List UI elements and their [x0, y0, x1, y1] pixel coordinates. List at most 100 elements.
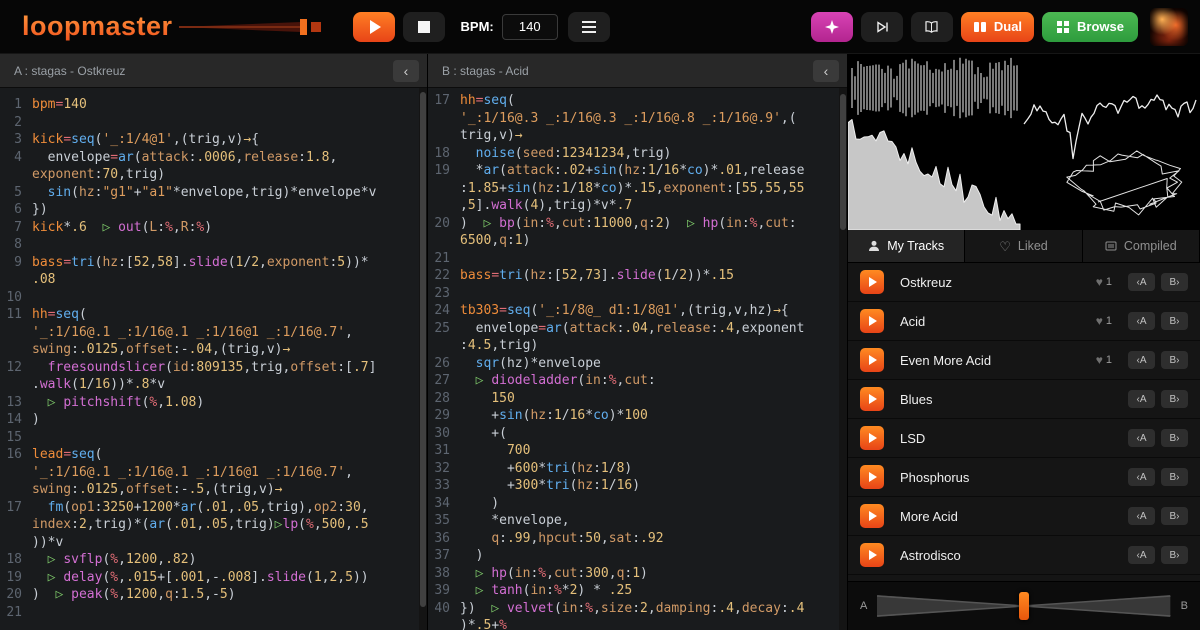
- track-play-button[interactable]: [860, 309, 884, 333]
- code-line: 700: [460, 442, 530, 460]
- line-number: 35: [428, 512, 460, 530]
- track-play-button[interactable]: [860, 465, 884, 489]
- code-line: ▷ hp(in:%,cut:300,q:1): [460, 565, 648, 583]
- load-deck-b-button[interactable]: B›: [1161, 507, 1188, 525]
- code-line: ▷ delay(%,.015+[.001,-.008].slide(1,2,5)…: [32, 569, 369, 587]
- like-count[interactable]: ♥1: [1096, 314, 1112, 328]
- code-line: ): [460, 547, 483, 565]
- code-line: *envelope,: [460, 512, 570, 530]
- load-deck-a-button[interactable]: ‹A: [1128, 312, 1155, 330]
- play-button[interactable]: [353, 12, 395, 42]
- collapse-editor-b-button[interactable]: ‹: [813, 60, 839, 82]
- topbar: loopmaster BPM: Dual: [0, 0, 1200, 54]
- editor-a-scrollbar[interactable]: [419, 88, 427, 630]
- dual-label: Dual: [994, 19, 1022, 34]
- load-deck-a-button[interactable]: ‹A: [1128, 546, 1155, 564]
- waveform-display: [848, 54, 1200, 230]
- track-play-button[interactable]: [860, 348, 884, 372]
- track-row[interactable]: Phosphorus‹AB›: [848, 458, 1200, 497]
- load-deck-b-button[interactable]: B›: [1161, 390, 1188, 408]
- scrollbar-thumb[interactable]: [840, 94, 846, 230]
- code-row: 30 +(: [428, 425, 839, 443]
- magic-button[interactable]: [811, 12, 853, 42]
- code-line: '_:1/16@.1 _:1/16@.1 _:1/16@1 _:1/16@.7'…: [32, 324, 353, 342]
- code-line: ) ▷ bp(in:%,cut:11000,q:2) ▷ hp(in:%,cut…: [460, 215, 797, 233]
- editor-b-scrollbar[interactable]: [839, 88, 847, 630]
- track-play-button[interactable]: [860, 270, 884, 294]
- code-row: 16lead=seq(: [0, 446, 419, 464]
- autoplay-button[interactable]: [861, 12, 903, 42]
- line-number: 26: [428, 355, 460, 373]
- code-row: 29 +sin(hz:1/16*co)*100: [428, 407, 839, 425]
- app-logo[interactable]: loopmaster: [22, 11, 173, 42]
- code-row: 12 freesoundslicer(id:809135,trig,offset…: [0, 359, 419, 377]
- line-number: [0, 324, 32, 342]
- play-outline-icon: [875, 20, 889, 34]
- crossfader-track[interactable]: [877, 591, 1170, 621]
- load-deck-a-button[interactable]: ‹A: [1128, 429, 1155, 447]
- menu-button[interactable]: [568, 12, 610, 42]
- logo-beam-icon: [179, 17, 329, 37]
- code-line: ▷ pitchshift(%,1.08): [32, 394, 204, 412]
- track-name: Ostkreuz: [900, 275, 952, 290]
- load-deck-b-button[interactable]: B›: [1161, 312, 1188, 330]
- track-row[interactable]: Acid♥1‹AB›: [848, 302, 1200, 341]
- load-deck-b-button[interactable]: B›: [1161, 546, 1188, 564]
- collapse-editor-a-button[interactable]: ‹: [393, 60, 419, 82]
- editor-b-code[interactable]: 17hh=seq('_:1/16@.3 _:1/16@.3 _:1/16@.8 …: [428, 88, 839, 630]
- track-play-button[interactable]: [860, 504, 884, 528]
- code-row: swing:.0125,offset:-.5,(trig,v)→: [0, 481, 419, 499]
- track-play-button[interactable]: [860, 387, 884, 411]
- line-number: 25: [428, 320, 460, 338]
- load-deck-a-button[interactable]: ‹A: [1128, 390, 1155, 408]
- editor-a: A : stagas - Ostkreuz ‹ 1bpm=14023kick=s…: [0, 54, 428, 630]
- docs-button[interactable]: [911, 12, 953, 42]
- code-line: envelope=ar(attack:.04,release:.4,expone…: [460, 320, 804, 338]
- load-deck-a-button[interactable]: ‹A: [1128, 468, 1155, 486]
- tab-liked[interactable]: ♡ Liked: [965, 230, 1082, 262]
- code-row: 31 700: [428, 442, 839, 460]
- line-number: [0, 166, 32, 184]
- line-number: 20: [0, 586, 32, 604]
- load-deck-b-button[interactable]: B›: [1161, 429, 1188, 447]
- line-number: [0, 271, 32, 289]
- load-deck-a-button[interactable]: ‹A: [1128, 507, 1155, 525]
- code-row: 32 +600*tri(hz:1/8): [428, 460, 839, 478]
- load-deck-b-button[interactable]: B›: [1161, 351, 1188, 369]
- code-line: envelope=ar(attack:.0006,release:1.8,: [32, 149, 337, 167]
- like-count[interactable]: ♥1: [1096, 353, 1112, 367]
- editor-a-header: A : stagas - Ostkreuz ‹: [0, 54, 427, 88]
- track-play-button[interactable]: [860, 426, 884, 450]
- dual-button[interactable]: Dual: [961, 12, 1034, 42]
- avatar[interactable]: [1150, 8, 1188, 46]
- track-row[interactable]: LSD‹AB›: [848, 419, 1200, 458]
- dual-icon: [973, 20, 987, 34]
- crossfader-handle[interactable]: [1019, 592, 1029, 620]
- line-number: 23: [428, 285, 460, 303]
- heart-outline-icon: ♡: [999, 240, 1011, 253]
- line-number: 12: [0, 359, 32, 377]
- track-row[interactable]: Ostkreuz ♥1 ‹A B›: [848, 263, 1200, 302]
- scrollbar-thumb[interactable]: [420, 92, 426, 607]
- code-line: ▷ svflp(%,1200,.82): [32, 551, 196, 569]
- browse-button[interactable]: Browse: [1042, 12, 1138, 42]
- load-deck-b-button[interactable]: B›: [1161, 468, 1188, 486]
- code-row: 20) ▷ bp(in:%,cut:11000,q:2) ▷ hp(in:%,c…: [428, 215, 839, 233]
- tab-compiled[interactable]: Compiled: [1083, 230, 1200, 262]
- stop-button[interactable]: [403, 12, 445, 42]
- tab-my-tracks[interactable]: My Tracks: [848, 230, 965, 262]
- track-play-button[interactable]: [860, 543, 884, 567]
- track-row[interactable]: Astrodisco‹AB›: [848, 536, 1200, 575]
- track-row[interactable]: More Acid‹AB›: [848, 497, 1200, 536]
- code-row: .08: [0, 271, 419, 289]
- line-number: [428, 180, 460, 198]
- load-deck-a-button[interactable]: ‹A: [1128, 351, 1155, 369]
- bpm-input[interactable]: [502, 14, 558, 40]
- track-row[interactable]: Blues‹AB›: [848, 380, 1200, 419]
- load-deck-b-button[interactable]: B›: [1161, 273, 1188, 291]
- track-row[interactable]: Even More Acid♥1‹AB›: [848, 341, 1200, 380]
- load-deck-a-button[interactable]: ‹A: [1128, 273, 1155, 291]
- editor-a-code[interactable]: 1bpm=14023kick=seq('_:1/4@1',(trig,v)→{4…: [0, 88, 419, 630]
- code-row: 33 +300*tri(hz:1/16): [428, 477, 839, 495]
- like-count[interactable]: ♥1: [1096, 275, 1112, 289]
